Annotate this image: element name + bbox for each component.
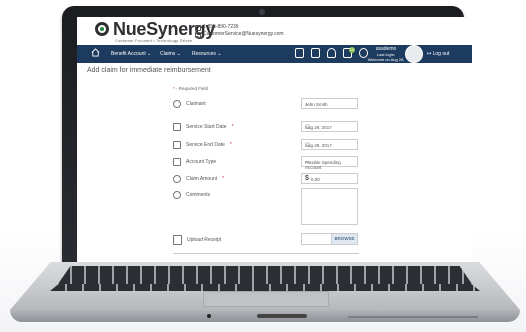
photo-stage: NueSynergy Customer Focused • Technology… xyxy=(0,0,526,332)
email-address[interactable]: CustomerService@Nuesynergy.com xyxy=(203,31,284,38)
chevron-down-icon: ⌄ xyxy=(305,159,310,165)
calendar-icon xyxy=(173,123,181,131)
calendar-picker-icon[interactable]: ▢ xyxy=(305,142,354,148)
service-start-date-input[interactable]: Aug 29, 2017 ▢ xyxy=(301,121,358,132)
receipt-icon xyxy=(173,235,182,245)
trackpad xyxy=(203,291,329,307)
nav-tools: 10 xyxy=(295,47,368,58)
service-start-label: Service Start Date * xyxy=(173,123,234,131)
print-icon[interactable] xyxy=(311,48,320,58)
form-footer-divider xyxy=(173,253,359,260)
laptop-base xyxy=(10,262,520,324)
service-end-label: Service End Date * xyxy=(173,141,232,149)
power-led xyxy=(207,314,211,318)
keyboard-row-2 xyxy=(50,284,480,291)
logo-icon xyxy=(95,22,109,36)
keyboard-row-1 xyxy=(58,266,472,284)
phone-number[interactable]: 1-855-890-7239 xyxy=(203,24,239,31)
comments-textarea[interactable] xyxy=(301,188,358,225)
drive-slot xyxy=(257,314,307,318)
comment-icon xyxy=(173,191,181,199)
logout-label: Log out xyxy=(432,51,450,57)
messages-icon[interactable]: 10 xyxy=(343,47,355,58)
home-icon[interactable] xyxy=(91,48,100,57)
claim-amount-label: Claim Amount * xyxy=(173,175,224,183)
brand-tagline: Customer Focused • Technology Driven xyxy=(115,38,193,43)
service-end-date-input[interactable]: Aug 29, 2017 ▢ xyxy=(301,139,358,150)
claimant-label: Claimant xyxy=(173,100,206,108)
upload-receipt-label: Upload Receipt xyxy=(173,235,221,245)
email-icon xyxy=(195,31,201,38)
upload-receipt-field[interactable]: BROWSE xyxy=(301,233,358,245)
page-title: Add claim for immediate reimbursement xyxy=(87,67,211,74)
main-nav: Benefit Account ⌄ Claims ⌄ Resources ⌄ 1… xyxy=(77,45,472,67)
front-vent xyxy=(348,316,478,318)
nav-benefit-account[interactable]: Benefit Account ⌄ xyxy=(111,51,151,57)
claim-amount-value: 0.00 xyxy=(311,177,320,182)
account-type-label: Account Type xyxy=(173,158,216,166)
site-header: NueSynergy Customer Focused • Technology… xyxy=(77,17,472,45)
account-type-select[interactable]: Flexible Spending Account ⌄ xyxy=(301,156,358,170)
nav-resources[interactable]: Resources ⌄ xyxy=(192,51,221,57)
dollar-icon xyxy=(173,175,181,183)
webcam xyxy=(259,9,265,15)
message-count-badge: 10 xyxy=(349,47,355,53)
calendar-icon xyxy=(173,141,181,149)
avatar[interactable] xyxy=(405,45,423,63)
claimant-select[interactable]: John Smith ⌄ xyxy=(301,98,358,109)
phone-icon xyxy=(195,24,201,31)
user-info[interactable]: asademo Last login: Welcome on Aug 28, 2… xyxy=(367,47,405,68)
required-note-text: - Required Field xyxy=(174,86,209,91)
wallet-icon xyxy=(173,158,181,166)
browse-button[interactable]: BROWSE xyxy=(331,234,357,244)
currency-symbol: $ xyxy=(305,175,309,182)
comments-label: Comments xyxy=(173,191,210,199)
contact-info: 1-855-890-7239 CustomerService@Nuesynerg… xyxy=(195,24,284,38)
person-icon xyxy=(173,100,181,108)
nav-claims[interactable]: Claims ⌄ xyxy=(160,51,181,57)
laptop-screen: NueSynergy Customer Focused • Technology… xyxy=(77,17,472,262)
last-login-text: Welcome on Aug 28, 2017 xyxy=(367,57,405,67)
claim-amount-input[interactable]: $0.00 xyxy=(301,173,358,184)
notifications-icon[interactable] xyxy=(327,48,336,58)
documents-icon[interactable] xyxy=(295,48,304,58)
required-note: * - Required Field xyxy=(173,86,208,91)
chevron-down-icon: ⌄ xyxy=(305,101,310,107)
logout-link[interactable]: ↦ Log out xyxy=(427,51,449,57)
calendar-picker-icon[interactable]: ▢ xyxy=(305,124,354,130)
